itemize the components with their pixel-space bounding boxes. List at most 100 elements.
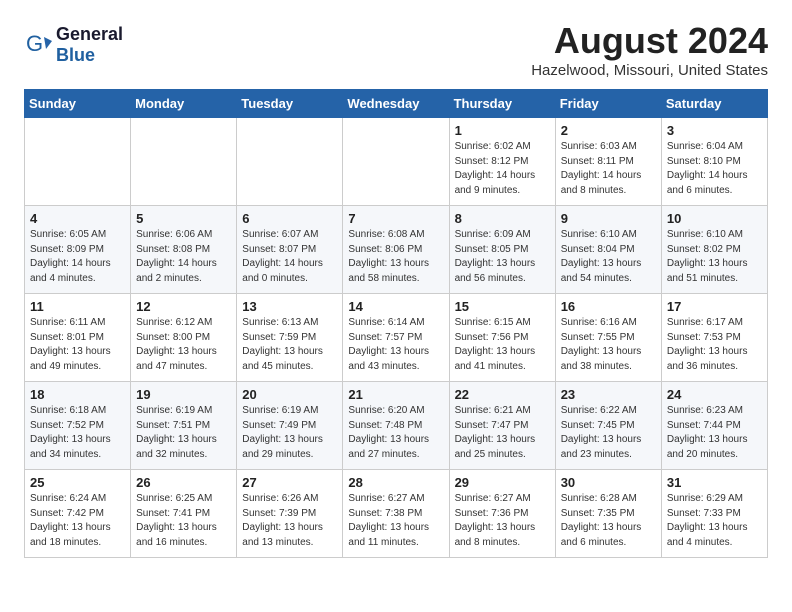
calendar-cell: 6 Sunrise: 6:07 AM Sunset: 8:07 PM Daylig…: [237, 206, 343, 294]
calendar-cell: 16 Sunrise: 6:16 AM Sunset: 7:55 PM Dayli…: [555, 294, 661, 382]
calendar-week-row: 25 Sunrise: 6:24 AM Sunset: 7:42 PM Dayli…: [25, 470, 768, 558]
calendar-cell: 30 Sunrise: 6:28 AM Sunset: 7:35 PM Dayli…: [555, 470, 661, 558]
day-number: 14: [348, 299, 443, 314]
day-info: Sunrise: 6:04 AM Sunset: 8:10 PM Dayligh…: [667, 140, 762, 198]
day-info: Sunrise: 6:28 AM Sunset: 7:35 PM Dayligh…: [561, 492, 656, 550]
day-number: 6: [242, 211, 337, 226]
day-info: Sunrise: 6:10 AM Sunset: 8:02 PM Dayligh…: [667, 228, 762, 286]
day-info: Sunrise: 6:05 AM Sunset: 8:09 PM Dayligh…: [30, 228, 125, 286]
calendar-cell: 15 Sunrise: 6:15 AM Sunset: 7:56 PM Dayli…: [449, 294, 555, 382]
day-number: 30: [561, 475, 656, 490]
day-info: Sunrise: 6:25 AM Sunset: 7:41 PM Dayligh…: [136, 492, 231, 550]
calendar-week-row: 11Sunrise: 6:11 AM Sunset: 8:01 PM Dayli…: [25, 294, 768, 382]
logo-general-text: General: [56, 24, 123, 44]
day-info: Sunrise: 6:24 AM Sunset: 7:42 PM Dayligh…: [30, 492, 125, 550]
day-info: Sunrise: 6:02 AM Sunset: 8:12 PM Dayligh…: [455, 140, 550, 198]
calendar-cell: 29 Sunrise: 6:27 AM Sunset: 7:36 PM Dayli…: [449, 470, 555, 558]
calendar-cell: 24Sunrise: 6:23 AM Sunset: 7:44 PM Dayli…: [661, 382, 767, 470]
weekday-header-monday: Monday: [131, 90, 237, 118]
day-info: Sunrise: 6:16 AM Sunset: 7:55 PM Dayligh…: [561, 316, 656, 374]
day-info: Sunrise: 6:29 AM Sunset: 7:33 PM Dayligh…: [667, 492, 762, 550]
weekday-header-wednesday: Wednesday: [343, 90, 449, 118]
calendar-cell: 28 Sunrise: 6:27 AM Sunset: 7:38 PM Dayli…: [343, 470, 449, 558]
calendar-cell: 26 Sunrise: 6:25 AM Sunset: 7:41 PM Dayli…: [131, 470, 237, 558]
day-number: 19: [136, 387, 231, 402]
day-number: 23: [561, 387, 656, 402]
day-info: Sunrise: 6:10 AM Sunset: 8:04 PM Dayligh…: [561, 228, 656, 286]
day-info: Sunrise: 6:26 AM Sunset: 7:39 PM Dayligh…: [242, 492, 337, 550]
day-info: Sunrise: 6:14 AM Sunset: 7:57 PM Dayligh…: [348, 316, 443, 374]
day-number: 26: [136, 475, 231, 490]
month-year-title: August 2024: [531, 20, 768, 62]
calendar-cell: 23 Sunrise: 6:22 AM Sunset: 7:45 PM Dayli…: [555, 382, 661, 470]
calendar-cell: 31 Sunrise: 6:29 AM Sunset: 7:33 PM Dayli…: [661, 470, 767, 558]
day-number: 28: [348, 475, 443, 490]
page-header: G General Blue August 2024 Hazelwood, Mi…: [24, 20, 768, 79]
calendar-cell: 4 Sunrise: 6:05 AM Sunset: 8:09 PM Daylig…: [25, 206, 131, 294]
calendar-cell: 25 Sunrise: 6:24 AM Sunset: 7:42 PM Dayli…: [25, 470, 131, 558]
day-info: Sunrise: 6:13 AM Sunset: 7:59 PM Dayligh…: [242, 316, 337, 374]
calendar-cell: 17 Sunrise: 6:17 AM Sunset: 7:53 PM Dayli…: [661, 294, 767, 382]
calendar-cell: 13Sunrise: 6:13 AM Sunset: 7:59 PM Dayli…: [237, 294, 343, 382]
day-info: Sunrise: 6:20 AM Sunset: 7:48 PM Dayligh…: [348, 404, 443, 462]
calendar-cell: 10Sunrise: 6:10 AM Sunset: 8:02 PM Dayli…: [661, 206, 767, 294]
calendar-cell: 27 Sunrise: 6:26 AM Sunset: 7:39 PM Dayli…: [237, 470, 343, 558]
day-number: 22: [455, 387, 550, 402]
weekday-header-saturday: Saturday: [661, 90, 767, 118]
day-number: 20: [242, 387, 337, 402]
title-area: August 2024 Hazelwood, Missouri, United …: [531, 20, 768, 79]
day-info: Sunrise: 6:27 AM Sunset: 7:36 PM Dayligh…: [455, 492, 550, 550]
calendar-table: SundayMondayTuesdayWednesdayThursdayFrid…: [24, 89, 768, 558]
calendar-cell: [25, 118, 131, 206]
day-info: Sunrise: 6:12 AM Sunset: 8:00 PM Dayligh…: [136, 316, 231, 374]
day-number: 3: [667, 123, 762, 138]
day-number: 5: [136, 211, 231, 226]
weekday-header-friday: Friday: [555, 90, 661, 118]
day-number: 17: [667, 299, 762, 314]
day-info: Sunrise: 6:17 AM Sunset: 7:53 PM Dayligh…: [667, 316, 762, 374]
calendar-cell: 1Sunrise: 6:02 AM Sunset: 8:12 PM Daylig…: [449, 118, 555, 206]
day-info: Sunrise: 6:19 AM Sunset: 7:49 PM Dayligh…: [242, 404, 337, 462]
calendar-week-row: 1Sunrise: 6:02 AM Sunset: 8:12 PM Daylig…: [25, 118, 768, 206]
calendar-cell: 11Sunrise: 6:11 AM Sunset: 8:01 PM Dayli…: [25, 294, 131, 382]
day-info: Sunrise: 6:21 AM Sunset: 7:47 PM Dayligh…: [455, 404, 550, 462]
calendar-cell: 19Sunrise: 6:19 AM Sunset: 7:51 PM Dayli…: [131, 382, 237, 470]
day-info: Sunrise: 6:27 AM Sunset: 7:38 PM Dayligh…: [348, 492, 443, 550]
calendar-cell: 22 Sunrise: 6:21 AM Sunset: 7:47 PM Dayli…: [449, 382, 555, 470]
calendar-cell: 21 Sunrise: 6:20 AM Sunset: 7:48 PM Dayli…: [343, 382, 449, 470]
day-number: 16: [561, 299, 656, 314]
calendar-cell: 7Sunrise: 6:08 AM Sunset: 8:06 PM Daylig…: [343, 206, 449, 294]
day-info: Sunrise: 6:09 AM Sunset: 8:05 PM Dayligh…: [455, 228, 550, 286]
day-info: Sunrise: 6:22 AM Sunset: 7:45 PM Dayligh…: [561, 404, 656, 462]
calendar-cell: 5Sunrise: 6:06 AM Sunset: 8:08 PM Daylig…: [131, 206, 237, 294]
day-number: 31: [667, 475, 762, 490]
day-info: Sunrise: 6:08 AM Sunset: 8:06 PM Dayligh…: [348, 228, 443, 286]
day-number: 21: [348, 387, 443, 402]
day-number: 18: [30, 387, 125, 402]
svg-text:G: G: [26, 31, 43, 56]
logo-blue-text: Blue: [56, 45, 95, 65]
calendar-cell: 9 Sunrise: 6:10 AM Sunset: 8:04 PM Daylig…: [555, 206, 661, 294]
day-info: Sunrise: 6:18 AM Sunset: 7:52 PM Dayligh…: [30, 404, 125, 462]
day-number: 4: [30, 211, 125, 226]
day-number: 27: [242, 475, 337, 490]
calendar-cell: [343, 118, 449, 206]
day-number: 12: [136, 299, 231, 314]
day-number: 25: [30, 475, 125, 490]
calendar-cell: 2Sunrise: 6:03 AM Sunset: 8:11 PM Daylig…: [555, 118, 661, 206]
day-number: 15: [455, 299, 550, 314]
day-number: 29: [455, 475, 550, 490]
day-number: 9: [561, 211, 656, 226]
logo: G General Blue: [24, 24, 123, 66]
calendar-cell: [131, 118, 237, 206]
weekday-header-thursday: Thursday: [449, 90, 555, 118]
day-info: Sunrise: 6:15 AM Sunset: 7:56 PM Dayligh…: [455, 316, 550, 374]
weekday-header-row: SundayMondayTuesdayWednesdayThursdayFrid…: [25, 90, 768, 118]
day-info: Sunrise: 6:07 AM Sunset: 8:07 PM Dayligh…: [242, 228, 337, 286]
day-number: 8: [455, 211, 550, 226]
logo-icon: G: [24, 31, 52, 59]
calendar-cell: 14 Sunrise: 6:14 AM Sunset: 7:57 PM Dayli…: [343, 294, 449, 382]
calendar-cell: 18 Sunrise: 6:18 AM Sunset: 7:52 PM Dayli…: [25, 382, 131, 470]
calendar-cell: 3 Sunrise: 6:04 AM Sunset: 8:10 PM Daylig…: [661, 118, 767, 206]
weekday-header-tuesday: Tuesday: [237, 90, 343, 118]
